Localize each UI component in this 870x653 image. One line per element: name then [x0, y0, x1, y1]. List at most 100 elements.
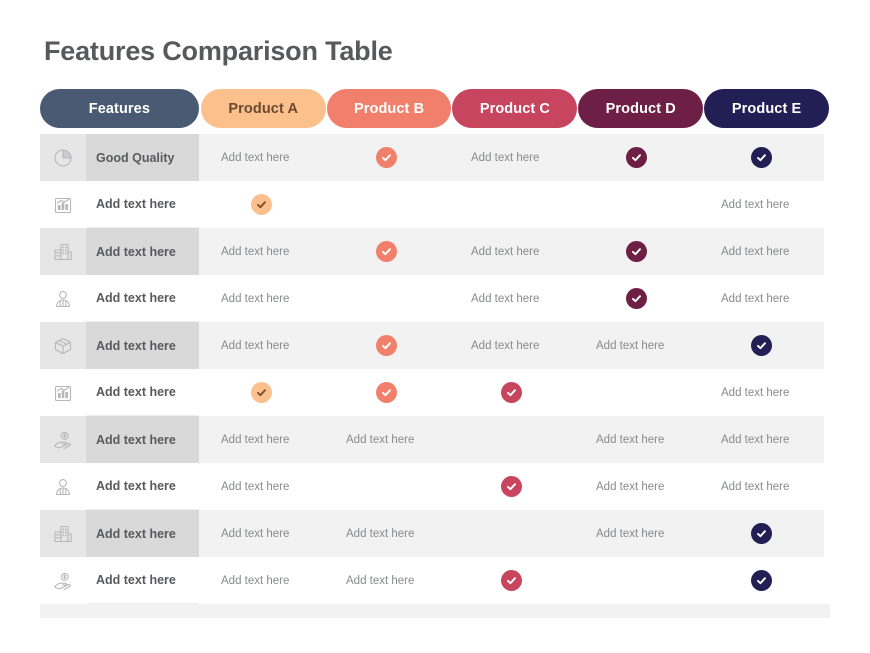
cell-text[interactable]: Add text here: [324, 416, 449, 463]
cell-text[interactable]: Add text here: [699, 416, 824, 463]
check-icon: [751, 570, 772, 591]
cell-check-badge[interactable]: [699, 557, 824, 604]
feature-label: Add text here: [86, 369, 199, 416]
cell-text[interactable]: Add text here: [574, 322, 699, 369]
table-row: Add text here Add text here Add text here A…: [40, 275, 830, 322]
cell-empty[interactable]: [449, 181, 574, 228]
header-pill-e[interactable]: Product E: [704, 89, 830, 128]
cell-check-badge[interactable]: [324, 134, 449, 181]
check-icon: [376, 382, 397, 403]
header-pill-c[interactable]: Product C: [452, 89, 578, 128]
check-icon: [376, 335, 397, 356]
person-icon: [40, 463, 86, 510]
cell-check-badge[interactable]: [324, 369, 449, 416]
check-icon: [751, 147, 772, 168]
cell-text[interactable]: Add text here: [574, 463, 699, 510]
cell-text[interactable]: Add text here: [449, 275, 574, 322]
cell-text[interactable]: Add text here: [449, 322, 574, 369]
check-icon: [751, 523, 772, 544]
cell-text[interactable]: Add text here: [199, 463, 324, 510]
cell-text[interactable]: Add text here: [574, 416, 699, 463]
cell-empty[interactable]: [574, 181, 699, 228]
cell-empty[interactable]: [324, 181, 449, 228]
feature-label: Add text here: [86, 275, 199, 322]
cell-check-badge[interactable]: [574, 134, 699, 181]
cell-empty[interactable]: [449, 416, 574, 463]
cell-text[interactable]: Add text here: [449, 134, 574, 181]
bar-chart-icon: [40, 369, 86, 416]
check-icon: [626, 288, 647, 309]
table-row: Add text here Add text here Add text here A…: [40, 463, 830, 510]
header-pill-a[interactable]: Product A: [200, 89, 326, 128]
cell-check-badge[interactable]: [699, 134, 824, 181]
cell-text[interactable]: Add text here: [199, 416, 324, 463]
cell-check-badge[interactable]: [574, 275, 699, 322]
cell-text[interactable]: Add text here: [199, 228, 324, 275]
check-icon: [376, 147, 397, 168]
cell-text[interactable]: Add text here: [699, 369, 824, 416]
feature-label: Add text here: [86, 463, 199, 510]
table-row: Add text here Add text here: [40, 369, 830, 416]
cell-check-badge[interactable]: [699, 510, 824, 557]
feature-label: Add text here: [86, 557, 199, 604]
page-title: Features Comparison Table: [44, 36, 393, 66]
check-icon: [501, 382, 522, 403]
table-row: Add text here Add text here Add text here A…: [40, 416, 830, 463]
buildings-icon: [40, 228, 86, 275]
feature-label: Add text here: [86, 228, 199, 275]
check-icon: [251, 382, 272, 403]
cell-check-badge[interactable]: [449, 557, 574, 604]
cell-text[interactable]: Add text here: [199, 322, 324, 369]
person-icon: [40, 275, 86, 322]
header-pill-features[interactable]: Features: [40, 89, 199, 128]
table-row: Add text here Add text here Add text here: [40, 557, 830, 604]
table-row: Add text here Add text here Add text here A…: [40, 322, 830, 369]
cell-text[interactable]: Add text here: [199, 275, 324, 322]
check-icon: [751, 335, 772, 356]
cell-check-badge[interactable]: [699, 322, 824, 369]
cell-text[interactable]: Add text here: [574, 510, 699, 557]
cell-text[interactable]: Add text here: [324, 557, 449, 604]
cell-text[interactable]: Add text here: [699, 463, 824, 510]
header-pill-b[interactable]: Product B: [326, 89, 452, 128]
check-icon: [501, 476, 522, 497]
cell-check-badge[interactable]: [449, 463, 574, 510]
cell-empty[interactable]: [574, 369, 699, 416]
cell-text[interactable]: Add text here: [199, 510, 324, 557]
table-header-row: Features Product A Product B Product C Produ…: [40, 89, 830, 128]
check-icon: [626, 241, 647, 262]
hand-money-icon: [40, 557, 86, 604]
cell-check-badge[interactable]: [449, 369, 574, 416]
table-row: Add text here Add text here Add text here A…: [40, 510, 830, 557]
cell-check-badge[interactable]: [199, 369, 324, 416]
cell-check-badge[interactable]: [324, 228, 449, 275]
cell-text[interactable]: Add text here: [699, 275, 824, 322]
table-row: Good Quality Add text here Add text here: [40, 134, 830, 181]
cell-check-badge[interactable]: [199, 181, 324, 228]
cell-text[interactable]: Add text here: [199, 557, 324, 604]
cell-text[interactable]: Add text here: [699, 181, 824, 228]
pie-chart-icon: [40, 134, 86, 181]
bar-chart-icon: [40, 181, 86, 228]
cell-empty[interactable]: [574, 557, 699, 604]
check-icon: [626, 147, 647, 168]
cell-text[interactable]: Add text here: [699, 228, 824, 275]
cell-empty[interactable]: [449, 510, 574, 557]
package-box-icon: [40, 322, 86, 369]
table-body: Good Quality Add text here Add text here Ad…: [40, 134, 830, 604]
cell-text[interactable]: Add text here: [324, 510, 449, 557]
cell-check-badge[interactable]: [574, 228, 699, 275]
cell-empty[interactable]: [324, 275, 449, 322]
feature-label: Add text here: [86, 181, 199, 228]
cell-empty[interactable]: [324, 463, 449, 510]
feature-label: Add text here: [86, 416, 199, 463]
check-icon: [251, 194, 272, 215]
cell-text[interactable]: Add text here: [449, 228, 574, 275]
buildings-icon: [40, 510, 86, 557]
cell-text[interactable]: Add text here: [199, 134, 324, 181]
table-row: Add text here Add text here Add text here A…: [40, 228, 830, 275]
cell-check-badge[interactable]: [324, 322, 449, 369]
feature-label: Add text here: [86, 322, 199, 369]
check-icon: [501, 570, 522, 591]
header-pill-d[interactable]: Product D: [578, 89, 704, 128]
